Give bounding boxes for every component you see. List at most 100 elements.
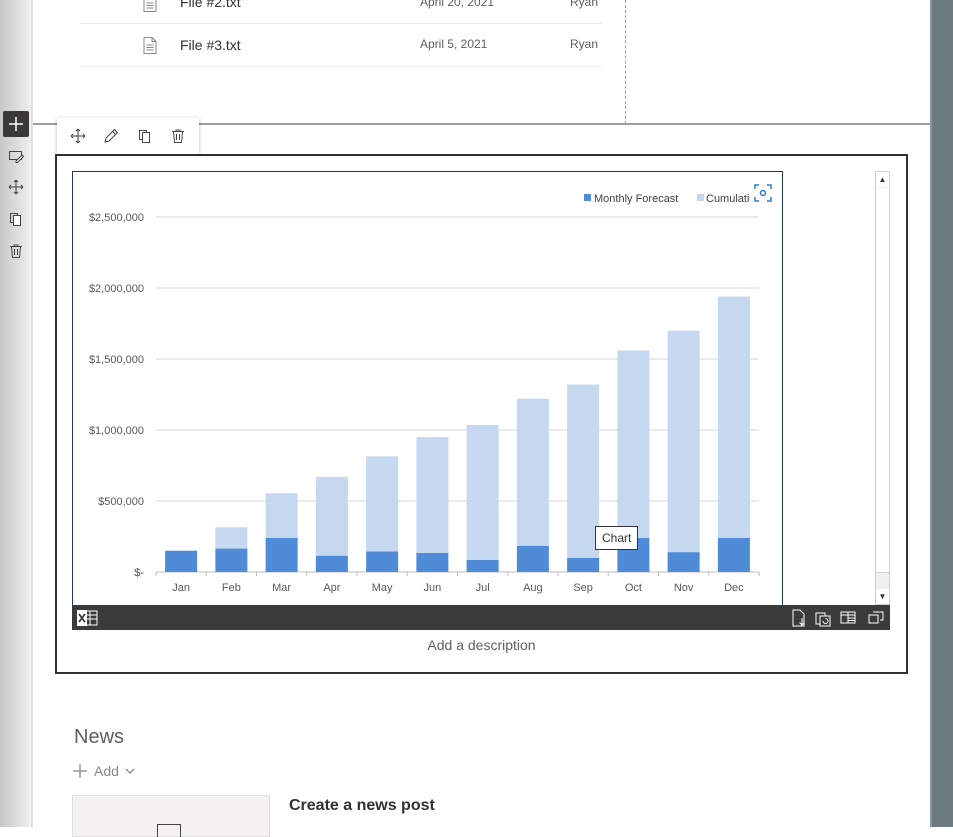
y-tick-label: $1,500,000 (89, 354, 144, 366)
download-glyph (792, 609, 805, 627)
x-tick-label: Sep (573, 582, 593, 594)
y-tick-label: $1,000,000 (89, 425, 144, 437)
download-icon[interactable] (790, 609, 808, 627)
x-tick-label: May (372, 582, 393, 594)
x-tick-label: Mar (272, 582, 291, 594)
y-tick-label: $2,000,000 (89, 283, 144, 295)
bar-cumulative (717, 296, 750, 538)
sheet-view-icon[interactable] (839, 609, 857, 627)
excel-logo-glyph (77, 610, 98, 626)
plus-icon (73, 764, 87, 778)
file-row[interactable]: File #3.txt April 5, 2021 Ryan C (80, 23, 602, 67)
y-tick-label: $- (134, 567, 144, 579)
file-date: April 5, 2021 (420, 37, 488, 51)
trash-icon (10, 244, 22, 258)
news-add-button[interactable]: Add (72, 763, 135, 779)
right-gutter (930, 0, 953, 827)
legend-swatch-cumulative (697, 194, 704, 201)
add-section-button[interactable] (3, 111, 29, 137)
document-icon (143, 0, 157, 12)
x-tick-label: Jul (476, 582, 490, 594)
bar-cumulative (215, 527, 248, 549)
plus-icon (9, 117, 23, 131)
excel-footer-bar (72, 605, 890, 630)
move-webpart-button[interactable] (64, 122, 92, 150)
file-author: Ryan C (570, 0, 602, 9)
bar-monthly-forecast (265, 537, 298, 572)
x-tick-label: Feb (222, 582, 241, 594)
news-add-label: Add (94, 763, 119, 779)
duplicate-icon (10, 213, 21, 226)
bar-monthly-forecast (667, 552, 700, 572)
scroll-up-arrow[interactable]: ▲ (876, 172, 889, 187)
x-tick-label: Dec (724, 582, 744, 594)
bar-monthly-forecast (165, 550, 198, 572)
excel-logo-icon[interactable] (76, 609, 98, 627)
refresh-icon[interactable] (814, 609, 832, 627)
x-tick-label: Nov (674, 582, 694, 594)
y-tick-label: $2,500,000 (89, 212, 144, 224)
chart-svg: $- $500,000 $1,000,000 $1,500,000 $2,000,000… (89, 193, 760, 594)
bar-cumulative (315, 476, 348, 556)
column-divider (625, 0, 626, 124)
bar-cumulative (466, 425, 499, 560)
delete-webpart-button[interactable] (164, 122, 192, 150)
description-input[interactable]: Add a description (57, 637, 906, 653)
x-tick-label: Aug (523, 582, 543, 594)
create-news-post-link[interactable]: Create a news post (289, 797, 435, 815)
scroll-thumb[interactable] (876, 188, 889, 573)
chevron-down-icon (125, 768, 135, 774)
move-icon (70, 128, 86, 144)
duplicate-section-button[interactable] (3, 206, 29, 232)
scroll-down-arrow[interactable]: ▼ (876, 589, 889, 604)
bar-cumulative (667, 330, 700, 553)
delete-section-button[interactable] (3, 238, 29, 264)
bar-cumulative (516, 398, 549, 546)
document-icon (143, 37, 157, 54)
bar-cumulative (366, 456, 399, 552)
news-image-icon (157, 824, 181, 837)
edit-section-icon (9, 151, 24, 163)
expand-glyph (868, 611, 884, 624)
file-name[interactable]: File #2.txt (180, 0, 241, 10)
focus-icon[interactable] (754, 184, 772, 202)
legend-label-cumulative: Cumulati (706, 193, 749, 205)
file-name[interactable]: File #3.txt (180, 37, 241, 53)
bar-monthly-forecast (466, 559, 499, 572)
legend-swatch-monthly (584, 194, 591, 201)
file-author: Ryan C (570, 37, 602, 51)
bar-monthly-forecast (416, 552, 449, 572)
edit-section-button[interactable] (3, 143, 29, 169)
bar-monthly-forecast (366, 551, 399, 572)
y-tick-label: $500,000 (98, 496, 144, 508)
bar-monthly-forecast (717, 537, 750, 572)
file-date: April 20, 2021 (420, 0, 495, 9)
webpart-toolbar (57, 118, 199, 154)
file-row[interactable]: File #2.txt April 20, 2021 Ryan C (80, 0, 602, 24)
x-tick-label: Oct (625, 582, 642, 594)
x-tick-label: Jan (172, 582, 190, 594)
refresh-glyph (815, 612, 831, 627)
expand-icon[interactable] (867, 609, 885, 627)
bar-cumulative (265, 493, 298, 538)
bar-monthly-forecast (315, 555, 348, 572)
duplicate-webpart-button[interactable] (131, 122, 159, 150)
bar-monthly-forecast (516, 545, 549, 572)
bar-cumulative (416, 437, 449, 553)
excel-chart-area[interactable]: $- $500,000 $1,000,000 $1,500,000 $2,000,000… (72, 171, 783, 606)
chart-tooltip: Chart (595, 526, 639, 550)
legend-label-monthly: Monthly Forecast (594, 193, 678, 205)
pencil-icon (104, 128, 119, 143)
move-section-button[interactable] (3, 174, 29, 200)
x-tick-label: Jun (424, 582, 442, 594)
bar-monthly-forecast (567, 557, 600, 572)
sheet-view-glyph (840, 611, 856, 624)
x-tick-label: Apr (323, 582, 340, 594)
vertical-scrollbar[interactable]: ▲ ▼ (875, 171, 890, 605)
bar-cumulative (617, 350, 650, 538)
move-icon (8, 179, 24, 195)
duplicate-icon (138, 130, 150, 143)
right-gutter-edge (930, 0, 932, 827)
edit-webpart-button[interactable] (97, 122, 125, 150)
news-card-placeholder[interactable] (72, 795, 270, 837)
